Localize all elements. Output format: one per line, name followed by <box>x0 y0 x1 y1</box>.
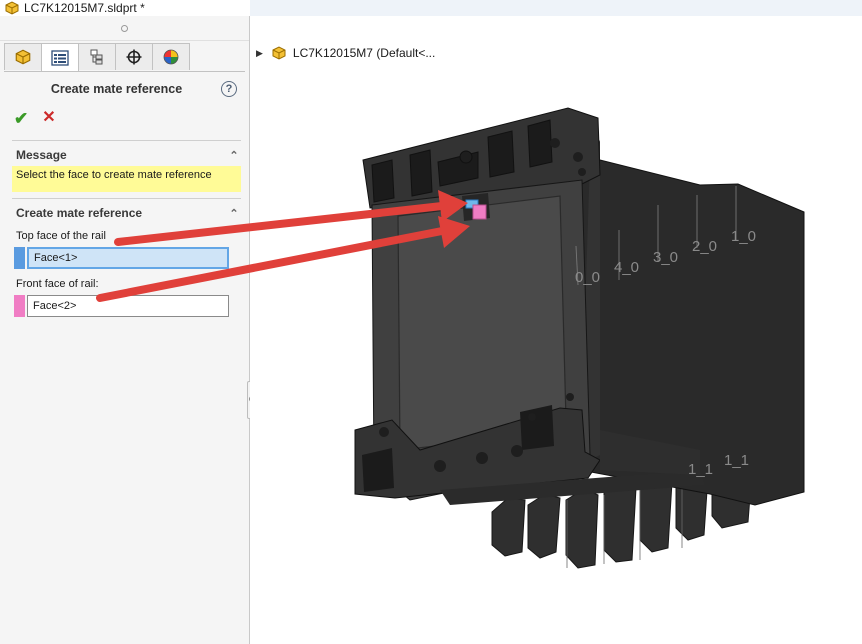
tab-display-manager[interactable] <box>152 43 190 70</box>
tab-property-manager[interactable] <box>41 43 79 71</box>
top-face-value: Face<1> <box>34 252 78 264</box>
message-group-title: Message <box>16 148 67 162</box>
part-file-icon <box>5 1 19 15</box>
chevron-up-icon[interactable]: ⌃ <box>227 207 241 220</box>
front-face-label: Front face of rail: <box>16 278 99 290</box>
grip-dot <box>121 24 128 32</box>
part-icon <box>272 46 286 60</box>
viewport-top-strip <box>250 0 862 16</box>
expand-arrow-icon[interactable]: ▶ <box>256 48 263 59</box>
front-face-selection-box[interactable]: Face<2> <box>27 295 229 317</box>
mate-reference-group-title: Create mate reference <box>16 206 143 220</box>
front-face-selection-row: Face<2> <box>14 294 241 318</box>
message-group: Message ⌃ Select the face to create mate… <box>12 140 241 192</box>
appearance-pie-icon <box>163 49 179 65</box>
property-manager-header: Create mate reference ? <box>0 72 249 106</box>
tree-node-label: LC7K12015M7 (Default<... <box>292 46 436 60</box>
flyout-tree-node[interactable]: ▶ LC7K12015M7 (Default<... <box>256 46 435 60</box>
configuration-icon <box>90 49 103 65</box>
cancel-x-icon[interactable]: ✕ <box>42 110 55 126</box>
ok-check-icon[interactable]: ✔ <box>14 110 28 127</box>
tab-feature-manager[interactable] <box>4 43 42 70</box>
tab-configuration-manager[interactable] <box>78 43 116 70</box>
property-manager-title: Create mate reference <box>50 82 183 96</box>
top-face-selection-row: Face<1> <box>14 246 241 270</box>
manager-tabs <box>0 41 249 71</box>
front-face-color-swatch <box>14 295 25 317</box>
top-face-label: Top face of the rail <box>16 230 106 242</box>
crosshair-icon <box>126 49 142 65</box>
part-icon <box>15 49 31 65</box>
mate-reference-group: Create mate reference ⌃ Top face of the … <box>12 198 241 318</box>
property-manager-actions: ✔ ✕ <box>0 106 249 130</box>
document-title-bar: LC7K12015M7.sldprt * <box>0 0 250 16</box>
help-icon[interactable]: ? <box>221 81 237 97</box>
mate-reference-group-header[interactable]: Create mate reference ⌃ <box>12 199 241 224</box>
message-group-header[interactable]: Message ⌃ <box>12 141 241 166</box>
property-list-icon <box>51 49 69 66</box>
tab-dimxpert-manager[interactable] <box>115 43 153 70</box>
message-text: Select the face to create mate reference <box>12 166 241 192</box>
document-title: LC7K12015M7.sldprt * <box>24 1 145 15</box>
graphics-viewport[interactable] <box>250 16 862 644</box>
top-face-selection-box[interactable]: Face<1> <box>27 247 229 269</box>
top-face-color-swatch <box>14 247 25 269</box>
panel-grip[interactable] <box>0 16 249 41</box>
chevron-up-icon[interactable]: ⌃ <box>227 149 241 162</box>
front-face-value: Face<2> <box>33 300 77 312</box>
property-manager-panel: Create mate reference ? ✔ ✕ Message ⌃ Se… <box>0 16 250 644</box>
